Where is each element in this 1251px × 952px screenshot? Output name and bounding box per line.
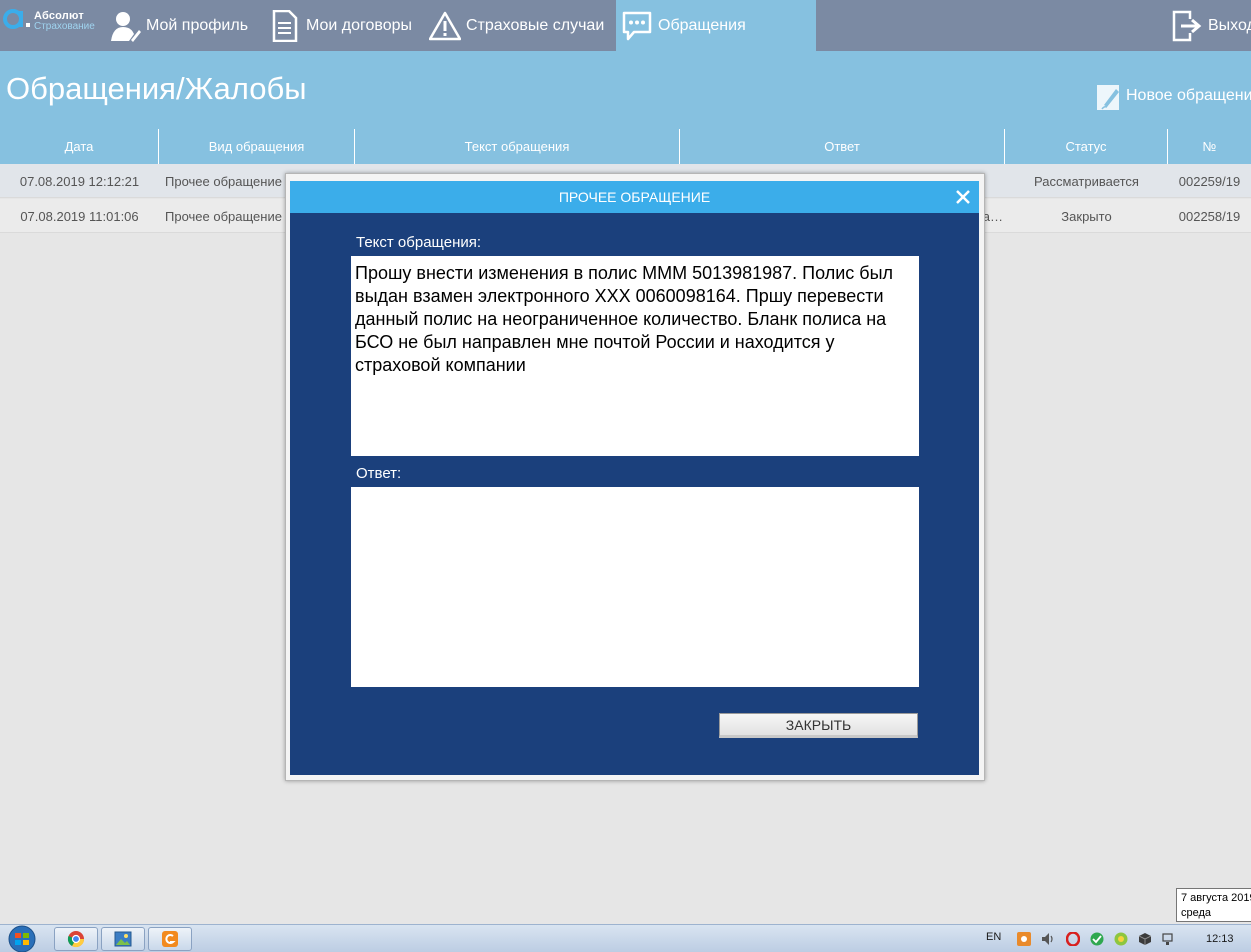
nav-logout-label: Выход (1208, 16, 1251, 34)
nav-my-contracts-label: Мои договоры (306, 16, 413, 34)
tray-shield-icon[interactable] (1114, 932, 1128, 946)
network-icon[interactable] (1161, 932, 1175, 946)
nav-my-profile[interactable]: Мой профиль (108, 0, 258, 51)
column-header-type[interactable]: Вид обращения (159, 129, 355, 164)
appeal-text-value: Прошу внести изменения в полис МММ 50139… (355, 263, 894, 375)
logout-icon (1170, 9, 1204, 43)
nav-insurance-cases[interactable]: Страховые случаи (428, 0, 614, 51)
brand-subtitle: Страхование (34, 21, 95, 32)
cell-number: 002258/19 (1178, 208, 1241, 224)
column-header-text[interactable]: Текст обращения (355, 129, 680, 164)
taskbar-image-viewer[interactable] (101, 927, 145, 951)
close-icon[interactable] (953, 187, 973, 207)
nav-logout[interactable]: Выход (1170, 0, 1251, 51)
brand-logo[interactable]: Абсолют Страхование (0, 0, 106, 51)
tooltip-date: 7 августа 2019 (1181, 892, 1251, 904)
cell-number: 002259/19 (1178, 173, 1241, 189)
app-icon (162, 931, 178, 947)
top-navigation: Абсолют Страхование Мой профиль Мои дого… (0, 0, 1251, 51)
cell-date: 07.08.2019 11:01:06 (20, 208, 139, 224)
cell-status: Рассматривается (1034, 173, 1139, 189)
appeal-text-label: Текст обращения: (356, 234, 482, 251)
user-icon (108, 9, 142, 43)
column-header-date[interactable]: Дата (0, 129, 159, 164)
new-appeal-button[interactable]: Новое обращение (1096, 81, 1251, 111)
windows-start-icon[interactable] (2, 925, 42, 952)
column-header-number[interactable]: № (1168, 129, 1251, 164)
date-tooltip: 7 августа 2019 среда (1176, 888, 1251, 922)
language-indicator[interactable]: EN (986, 931, 1001, 943)
taskbar-chrome[interactable] (54, 927, 98, 951)
nav-insurance-cases-label: Страховые случаи (466, 16, 605, 34)
chrome-icon (67, 931, 85, 948)
answer-value (351, 487, 919, 499)
nav-appeals[interactable]: Обращения (616, 0, 816, 51)
logo-mark-icon (3, 9, 30, 29)
cell-date: 07.08.2019 12:12:21 (19, 173, 140, 189)
appeal-text-field[interactable]: Прошу внести изменения в полис МММ 50139… (351, 256, 919, 456)
page-title: Обращения/Жалобы (6, 71, 307, 106)
picture-icon (114, 931, 132, 947)
page-header: Обращения/Жалобы Новое обращение (0, 51, 1251, 129)
chat-icon (620, 9, 654, 43)
tooltip-weekday: среда (1181, 907, 1212, 919)
cell-status: Закрыто (1061, 208, 1112, 224)
table-header: Дата Вид обращения Текст обращения Ответ… (0, 129, 1251, 164)
taskbar-app[interactable] (148, 927, 192, 951)
tray-green-icon[interactable] (1090, 932, 1104, 946)
document-icon (268, 9, 302, 43)
tray-app-icon[interactable] (1017, 932, 1031, 946)
nav-my-contracts[interactable]: Мои договоры (268, 0, 418, 51)
close-button[interactable]: ЗАКРЫТЬ (719, 713, 918, 738)
appeal-dialog: ПРОЧЕЕ ОБРАЩЕНИЕ Текст обращения: Прошу … (290, 181, 979, 775)
volume-icon[interactable] (1041, 932, 1055, 946)
tray-box-icon[interactable] (1138, 932, 1152, 946)
nav-my-profile-label: Мой профиль (146, 16, 249, 34)
taskbar: EN 12:13 (0, 924, 1251, 952)
new-appeal-label: Новое обращение (1126, 87, 1251, 104)
clock[interactable]: 12:13 (1206, 933, 1234, 945)
dialog-title: ПРОЧЕЕ ОБРАЩЕНИЕ (290, 181, 979, 213)
nav-appeals-label: Обращения (658, 16, 746, 34)
column-header-status[interactable]: Статус (1005, 129, 1168, 164)
warning-icon (428, 9, 462, 43)
answer-label: Ответ: (356, 465, 402, 482)
opera-icon[interactable] (1066, 932, 1080, 946)
edit-icon (1097, 85, 1119, 110)
column-header-answer[interactable]: Ответ (680, 129, 1005, 164)
answer-field[interactable] (351, 487, 919, 687)
